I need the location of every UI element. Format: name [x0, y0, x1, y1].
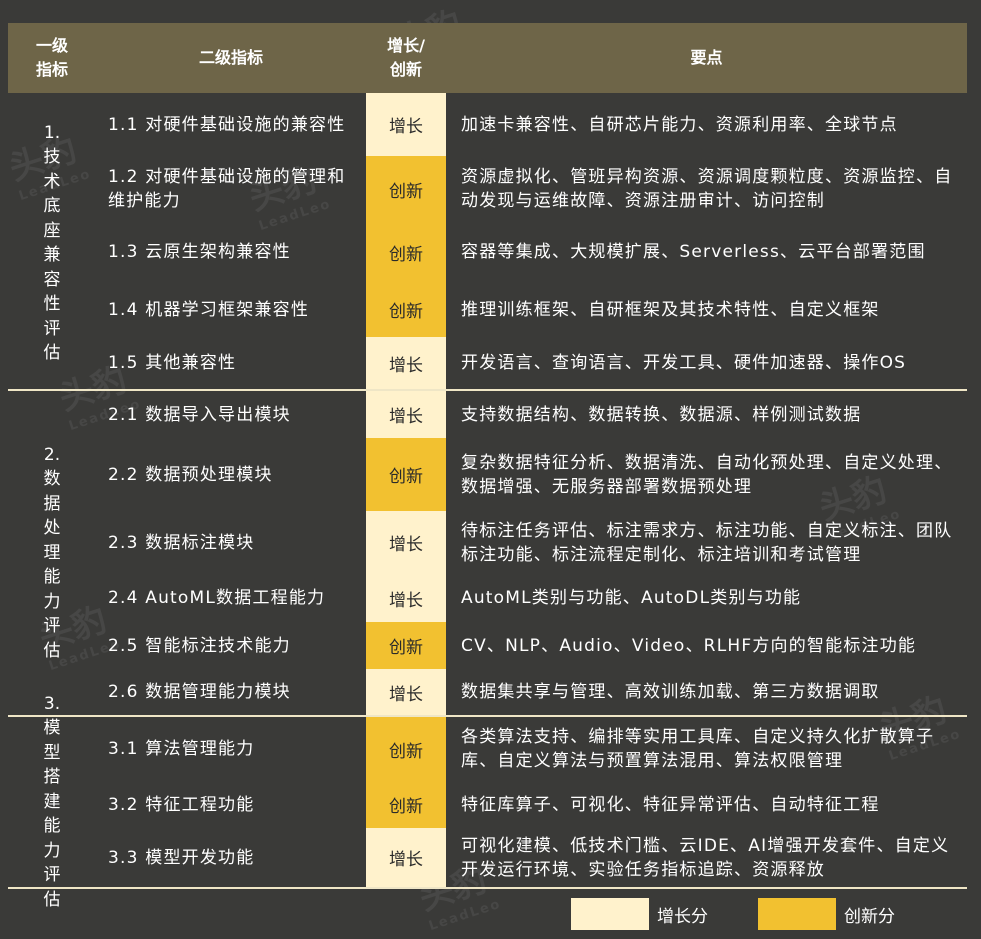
- grade-cell: 创新: [366, 438, 446, 511]
- legend-growth-label: 增长分: [657, 906, 708, 927]
- level2-indicator: 3.3 模型开发功能: [108, 847, 255, 868]
- grade-cell: 增长: [366, 669, 446, 715]
- level2-indicator: 2.6 数据管理能力模块: [108, 682, 291, 702]
- grade-cell: 创新: [366, 622, 446, 669]
- level2-indicator: 1.1 对硬件基础设施的兼容性: [108, 114, 346, 135]
- level2-indicator: 3.2 特征工程功能: [108, 794, 255, 815]
- header-grade: 增长/创新: [387, 36, 425, 79]
- table-row: 3.3 模型开发功能 增长 可视化建模、低技术门槛、云IDE、AI增强开发套件、…: [0, 828, 981, 887]
- table-header: 一级指标 二级指标 增长/创新 要点: [8, 23, 967, 93]
- key-points: 特征库算子、可视化、特征异常评估、自动特征工程: [461, 794, 880, 815]
- key-points: 资源虚拟化、管班异构资源、资源调度颗粒度、资源监控、自动发现与运维故障、资源注册…: [461, 167, 953, 211]
- level2-indicator: 2.1 数据导入导出模块: [108, 404, 291, 425]
- key-points: 可视化建模、低技术门槛、云IDE、AI增强开发套件、自定义开发运行环境、实验任务…: [461, 835, 950, 880]
- level2-indicator: 3.1 算法管理能力: [108, 739, 255, 759]
- table-row: 2.3 数据标注模块 增长 待标注任务评估、标注需求方、标注功能、自定义标注、团…: [0, 511, 981, 574]
- grade-cell: 增长: [366, 828, 446, 887]
- key-points: CV、NLP、Audio、Video、RLHF方向的智能标注功能: [461, 635, 917, 656]
- table-row: 1.5 其他兼容性 增长 开发语言、查询语言、开发工具、硬件加速器、操作OS: [0, 337, 981, 389]
- grade-cell: 创新: [366, 781, 446, 828]
- grade-cell: 创新: [366, 222, 446, 282]
- table-row: 2.4 AutoML数据工程能力 增长 AutoML类别与功能、AutoDL类别…: [0, 574, 981, 622]
- level2-indicator: 2.2 数据预处理模块: [108, 464, 273, 485]
- level2-indicator: 1.4 机器学习框架兼容性: [108, 299, 310, 320]
- table-row: 2.1 数据导入导出模块 增长 支持数据结构、数据转换、数据源、样例测试数据: [0, 391, 981, 438]
- table-row: 1.4 机器学习框架兼容性 创新 推理训练框架、自研框架及其技术特性、自定义框架: [0, 282, 981, 337]
- grade-cell: 增长: [366, 511, 446, 574]
- key-points: 推理训练框架、自研框架及其技术特性、自定义框架: [461, 299, 880, 320]
- level2-indicator: 1.2 对硬件基础设施的管理和维护能力: [108, 167, 346, 211]
- grade-cell: 增长: [366, 93, 446, 156]
- grade-cell: 增长: [366, 574, 446, 622]
- header-keypoints: 要点: [690, 48, 723, 67]
- grade-cell: 创新: [366, 282, 446, 337]
- table-row: 1.2 对硬件基础设施的管理和维护能力 创新 资源虚拟化、管班异构资源、资源调度…: [0, 156, 981, 222]
- level2-indicator: 1.5 其他兼容性: [108, 353, 237, 373]
- table-bottom-border: [8, 887, 967, 889]
- level2-indicator: 2.3 数据标注模块: [108, 532, 255, 553]
- table-row: 3.1 算法管理能力 创新 各类算法支持、编排等实用工具库、自定义持久化扩散算子…: [0, 717, 981, 781]
- key-points: 复杂数据特征分析、数据清洗、自动化预处理、自定义处理、数据增强、无服务器部署数据…: [461, 452, 953, 497]
- grade-cell: 创新: [366, 156, 446, 222]
- table-row: 3.2 特征工程功能 创新 特征库算子、可视化、特征异常评估、自动特征工程: [0, 781, 981, 828]
- key-points: 开发语言、查询语言、开发工具、硬件加速器、操作OS: [461, 353, 907, 373]
- grade-cell: 增长: [366, 391, 446, 438]
- level2-indicator: 2.4 AutoML数据工程能力: [108, 588, 326, 608]
- level2-indicator: 2.5 智能标注技术能力: [108, 635, 291, 656]
- key-points: 数据集共享与管理、高效训练加载、第三方数据调取: [461, 682, 880, 702]
- grade-cell: 创新: [366, 717, 446, 781]
- key-points: 待标注任务评估、标注需求方、标注功能、自定义标注、团队标注功能、标注流程定制化、…: [461, 520, 953, 565]
- legend-innovation-label: 创新分: [844, 906, 895, 927]
- table-row: 2.2 数据预处理模块 创新 复杂数据特征分析、数据清洗、自动化预处理、自定义处…: [0, 438, 981, 511]
- grade-cell: 增长: [366, 337, 446, 389]
- key-points: 加速卡兼容性、自研芯片能力、资源利用率、全球节点: [461, 114, 898, 135]
- key-points: 支持数据结构、数据转换、数据源、样例测试数据: [461, 404, 862, 425]
- header-level2: 二级指标: [198, 48, 263, 67]
- table-row: 2.6 数据管理能力模块 增长 数据集共享与管理、高效训练加载、第三方数据调取: [0, 669, 981, 715]
- level2-indicator: 1.3 云原生架构兼容性: [108, 242, 291, 262]
- key-points: 容器等集成、大规模扩展、Serverless、云平台部署范围: [461, 242, 926, 262]
- key-points: 各类算法支持、编排等实用工具库、自定义持久化扩散算子库、自定义算法与预置算法混用…: [461, 727, 935, 771]
- table-row: 1.1 对硬件基础设施的兼容性 增长 加速卡兼容性、自研芯片能力、资源利用率、全…: [0, 93, 981, 156]
- legend-innovation-swatch: [758, 898, 836, 930]
- legend-growth-swatch: [571, 898, 649, 930]
- header-level1: 一级指标: [35, 36, 68, 79]
- key-points: AutoML类别与功能、AutoDL类别与功能: [461, 588, 802, 608]
- table-row: 2.5 智能标注技术能力 创新 CV、NLP、Audio、Video、RLHF方…: [0, 622, 981, 669]
- table-row: 1.3 云原生架构兼容性 创新 容器等集成、大规模扩展、Serverless、云…: [0, 222, 981, 282]
